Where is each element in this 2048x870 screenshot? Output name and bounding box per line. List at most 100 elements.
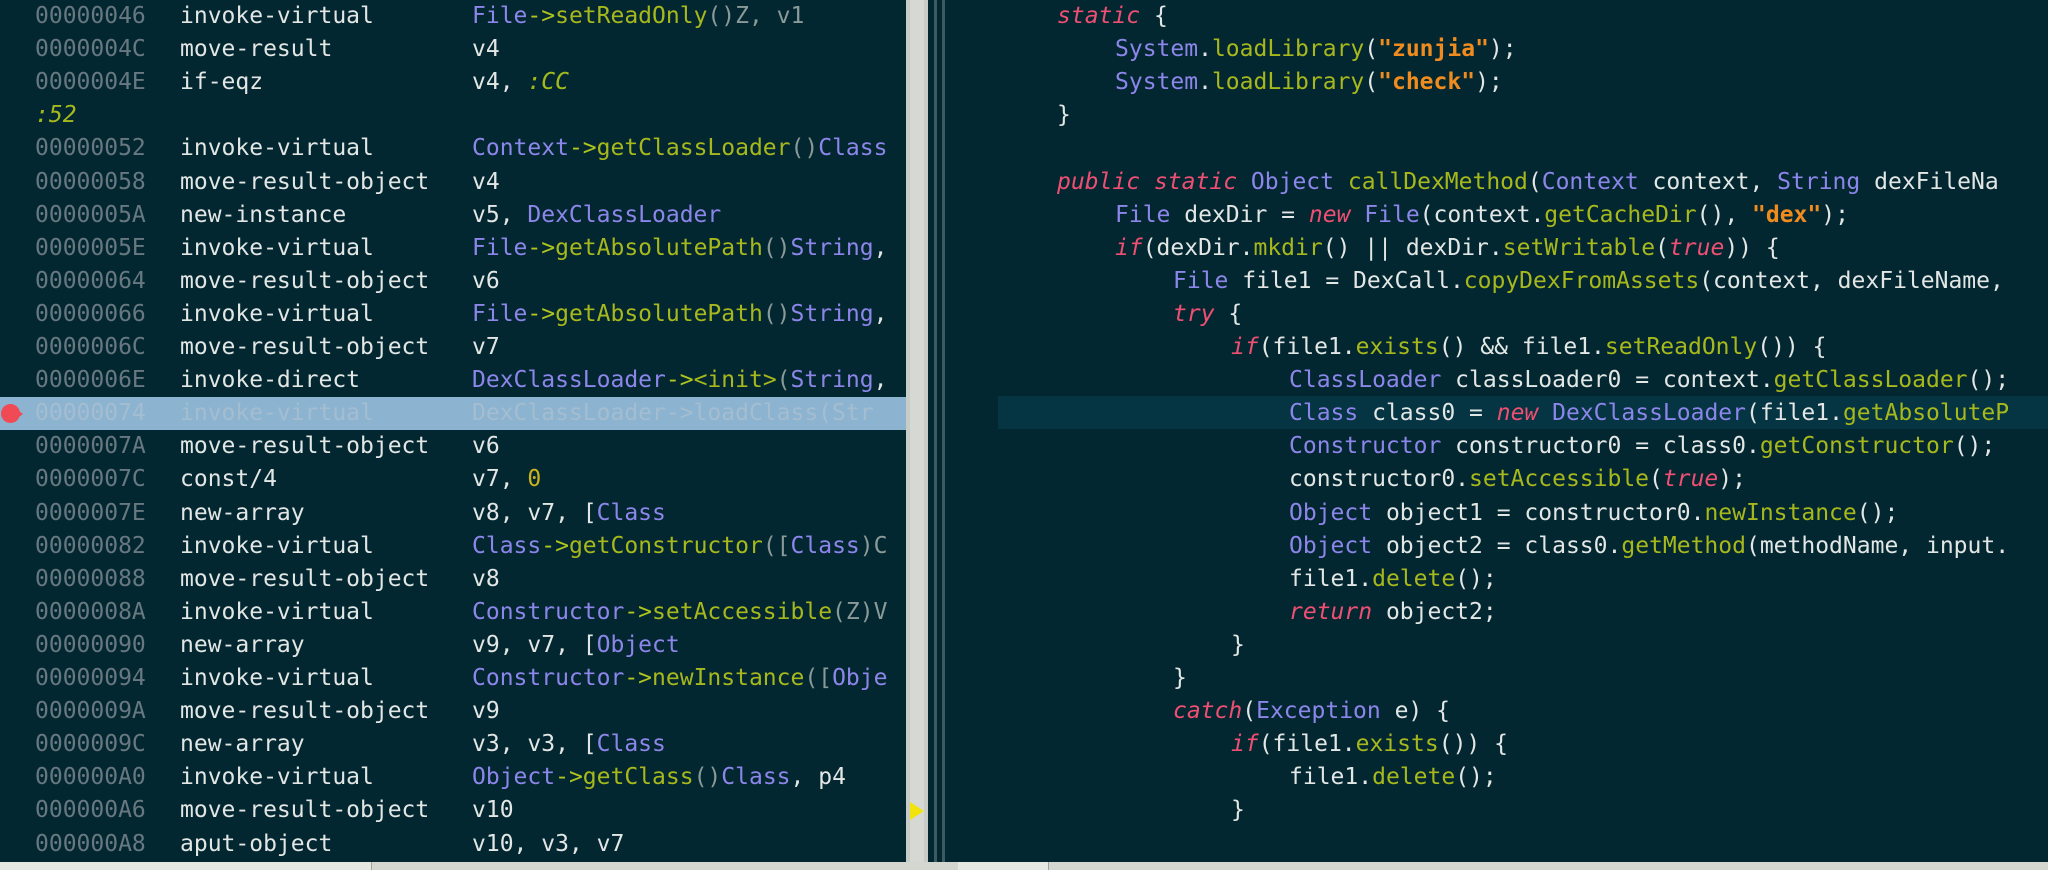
operand-token: -> bbox=[527, 3, 556, 29]
source-line[interactable]: constructor0.setAccessible(true); bbox=[1289, 463, 1746, 496]
source-token: () && file1. bbox=[1438, 334, 1605, 360]
operand-token: () bbox=[693, 764, 722, 791]
instruction-row[interactable]: 0000004C move-result v4 bbox=[0, 33, 906, 66]
instruction-row[interactable]: 0000004E if-eqz v4, :CC bbox=[0, 66, 906, 99]
instruction-opcode: if-eqz bbox=[180, 69, 264, 96]
java-source-pane[interactable]: static {System.loadLibrary("zunjia"); Sys… bbox=[958, 0, 2048, 862]
source-token: file1. bbox=[1289, 565, 1373, 592]
instruction-opcode: move-result bbox=[180, 36, 333, 63]
instruction-row[interactable]: 00000058 move-result-object v4 bbox=[0, 166, 906, 199]
source-line[interactable]: try { bbox=[1173, 298, 1242, 331]
operand-token: -> bbox=[665, 367, 694, 394]
source-line[interactable]: catch(Exception e) { bbox=[1173, 695, 1450, 728]
instruction-row[interactable]: 0000007C const/4 v7, 0 bbox=[0, 463, 906, 496]
source-line[interactable]: if(dexDir.mkdir() || dexDir.setWritable(… bbox=[1115, 232, 1780, 265]
status-tab[interactable] bbox=[0, 862, 159, 870]
disassembly-scroll-thumb[interactable] bbox=[910, 0, 924, 862]
instruction-row[interactable]: 0000009A move-result-object v9 bbox=[0, 695, 906, 728]
status-tab[interactable] bbox=[958, 862, 1049, 870]
source-token: static bbox=[1153, 168, 1238, 195]
operand-token: -> bbox=[624, 665, 653, 691]
source-token: } bbox=[1173, 665, 1187, 691]
pane-splitter[interactable] bbox=[928, 0, 958, 870]
source-line[interactable]: return object2; bbox=[1289, 596, 1497, 629]
source-token: Object bbox=[1250, 168, 1334, 195]
instruction-row[interactable]: 00000066 invoke-virtual File->getAbsoluteP… bbox=[0, 298, 906, 331]
instruction-row[interactable]: 0000007A move-result-object v6 bbox=[0, 430, 906, 463]
status-tab[interactable] bbox=[158, 862, 294, 870]
status-tab[interactable] bbox=[293, 862, 372, 870]
instruction-operands: File->getAbsolutePath()String, bbox=[472, 232, 887, 265]
source-token: (); bbox=[1953, 433, 1996, 460]
instruction-opcode: move-result-object bbox=[180, 433, 430, 460]
code-label-row[interactable]: :52 bbox=[0, 99, 906, 132]
current-source-line[interactable]: Class class0 = new DexClassLoader(file1.… bbox=[1289, 397, 2009, 430]
source-line[interactable]: File file1 = DexCall.copyDexFromAssets(c… bbox=[1173, 265, 2004, 298]
instruction-row[interactable]: 00000094 invoke-virtual Constructor->newIn… bbox=[0, 662, 906, 695]
instruction-row[interactable]: 000000A6 move-result-object v10 bbox=[0, 794, 906, 827]
source-token: setReadOnly bbox=[1604, 334, 1758, 360]
instruction-row[interactable]: 000000A8 aput-object v10, v3, v7 bbox=[0, 828, 906, 861]
source-line[interactable]: Object object1 = constructor0.newInstanc… bbox=[1289, 497, 1898, 530]
operand-token: , bbox=[873, 300, 888, 327]
instruction-operands: DexClassLoader-><init>(String, bbox=[472, 364, 887, 397]
operand-token: v3, v3, [ bbox=[472, 731, 597, 758]
instruction-row[interactable]: 0000005E invoke-virtual File->getAbsoluteP… bbox=[0, 232, 906, 265]
operand-token: () bbox=[790, 135, 819, 162]
source-line[interactable]: } bbox=[1057, 99, 1071, 132]
source-token: getClassLoader bbox=[1773, 367, 1968, 394]
source-line[interactable]: file1.delete(); bbox=[1289, 563, 1497, 596]
source-line[interactable]: if(file1.exists() && file1.setReadOnly()… bbox=[1231, 331, 1826, 364]
source-line[interactable]: static { bbox=[1057, 0, 1168, 33]
instruction-address: 00000058 bbox=[35, 168, 146, 195]
instruction-opcode: invoke-virtual bbox=[180, 300, 374, 327]
instruction-row[interactable]: 00000064 move-result-object v6 bbox=[0, 265, 906, 298]
source-line[interactable]: } bbox=[1231, 629, 1245, 662]
source-line[interactable]: file1.delete(); bbox=[1289, 761, 1497, 794]
source-line[interactable]: if(file1.exists()) { bbox=[1231, 728, 1508, 761]
source-token bbox=[1538, 400, 1552, 426]
instruction-row[interactable]: 00000046 invoke-virtual File->setReadOnly(… bbox=[0, 0, 906, 33]
instruction-row[interactable]: 00000082 invoke-virtual Class->getConstruc… bbox=[0, 530, 906, 563]
source-line[interactable]: } bbox=[1231, 794, 1245, 827]
source-token: File bbox=[1115, 201, 1171, 228]
instruction-row[interactable]: 0000006E invoke-direct DexClassLoader-><in… bbox=[0, 364, 906, 397]
source-token: { bbox=[1214, 300, 1243, 327]
instruction-opcode: new-instance bbox=[180, 201, 347, 228]
disassembly-pane[interactable]: 00000046 invoke-virtual File->setReadOnly(… bbox=[0, 0, 906, 862]
instruction-row[interactable]: 00000088 move-result-object v8 bbox=[0, 563, 906, 596]
instruction-row[interactable]: 0000008A invoke-virtual Constructor->setAc… bbox=[0, 596, 906, 629]
disassembly-scrollbar[interactable] bbox=[906, 0, 928, 862]
instruction-row[interactable]: 000000A0 invoke-virtual Object->getClass()… bbox=[0, 761, 906, 794]
source-token: return bbox=[1289, 598, 1373, 625]
source-line[interactable]: System.loadLibrary("zunjia"); bbox=[1115, 33, 1517, 66]
source-line[interactable]: Object object2 = class0.getMethod(method… bbox=[1289, 530, 2009, 563]
source-token: "check" bbox=[1378, 69, 1476, 96]
source-line[interactable]: Constructor constructor0 = class0.getCon… bbox=[1289, 430, 1995, 463]
instruction-row[interactable]: 0000007E new-array v8, v7, [Class bbox=[0, 497, 906, 530]
instruction-row[interactable]: 0000006C move-result-object v7 bbox=[0, 331, 906, 364]
operand-token: ([ bbox=[804, 665, 833, 691]
source-token: (); bbox=[1455, 764, 1497, 791]
source-line[interactable]: } bbox=[1173, 662, 1187, 695]
instruction-row[interactable]: 00000052 invoke-virtual Context->getClassL… bbox=[0, 132, 906, 165]
source-line[interactable]: File dexDir = new File(context.getCacheD… bbox=[1115, 199, 1849, 232]
instruction-row[interactable]: 00000090 new-array v9, v7, [Object bbox=[0, 629, 906, 662]
splitter-line bbox=[942, 0, 945, 870]
source-line[interactable]: public static Object callDexMethod(Conte… bbox=[1057, 166, 1999, 199]
operand-token: Object bbox=[596, 631, 680, 658]
instruction-address: 00000088 bbox=[35, 565, 146, 592]
operand-token: Class bbox=[818, 135, 888, 162]
instruction-row[interactable]: 0000005A new-instance v5, DexClassLoader bbox=[0, 199, 906, 232]
source-token: constructor0. bbox=[1289, 466, 1470, 493]
instruction-address: 00000046 bbox=[35, 3, 146, 29]
instruction-address: 00000066 bbox=[35, 300, 146, 327]
instruction-row[interactable]: 00000074 invoke-virtual DexClassLoader->lo… bbox=[0, 397, 906, 431]
source-token: "dex" bbox=[1752, 201, 1822, 228]
source-line[interactable]: ClassLoader classLoader0 = context.getCl… bbox=[1289, 364, 2009, 397]
breakpoint-arrow-icon bbox=[16, 409, 23, 420]
source-token: Object bbox=[1289, 532, 1373, 559]
instruction-row[interactable]: 0000009C new-array v3, v3, [Class bbox=[0, 728, 906, 761]
source-line[interactable]: System.loadLibrary("check"); bbox=[1115, 66, 1503, 99]
operand-token: Class bbox=[596, 499, 666, 526]
